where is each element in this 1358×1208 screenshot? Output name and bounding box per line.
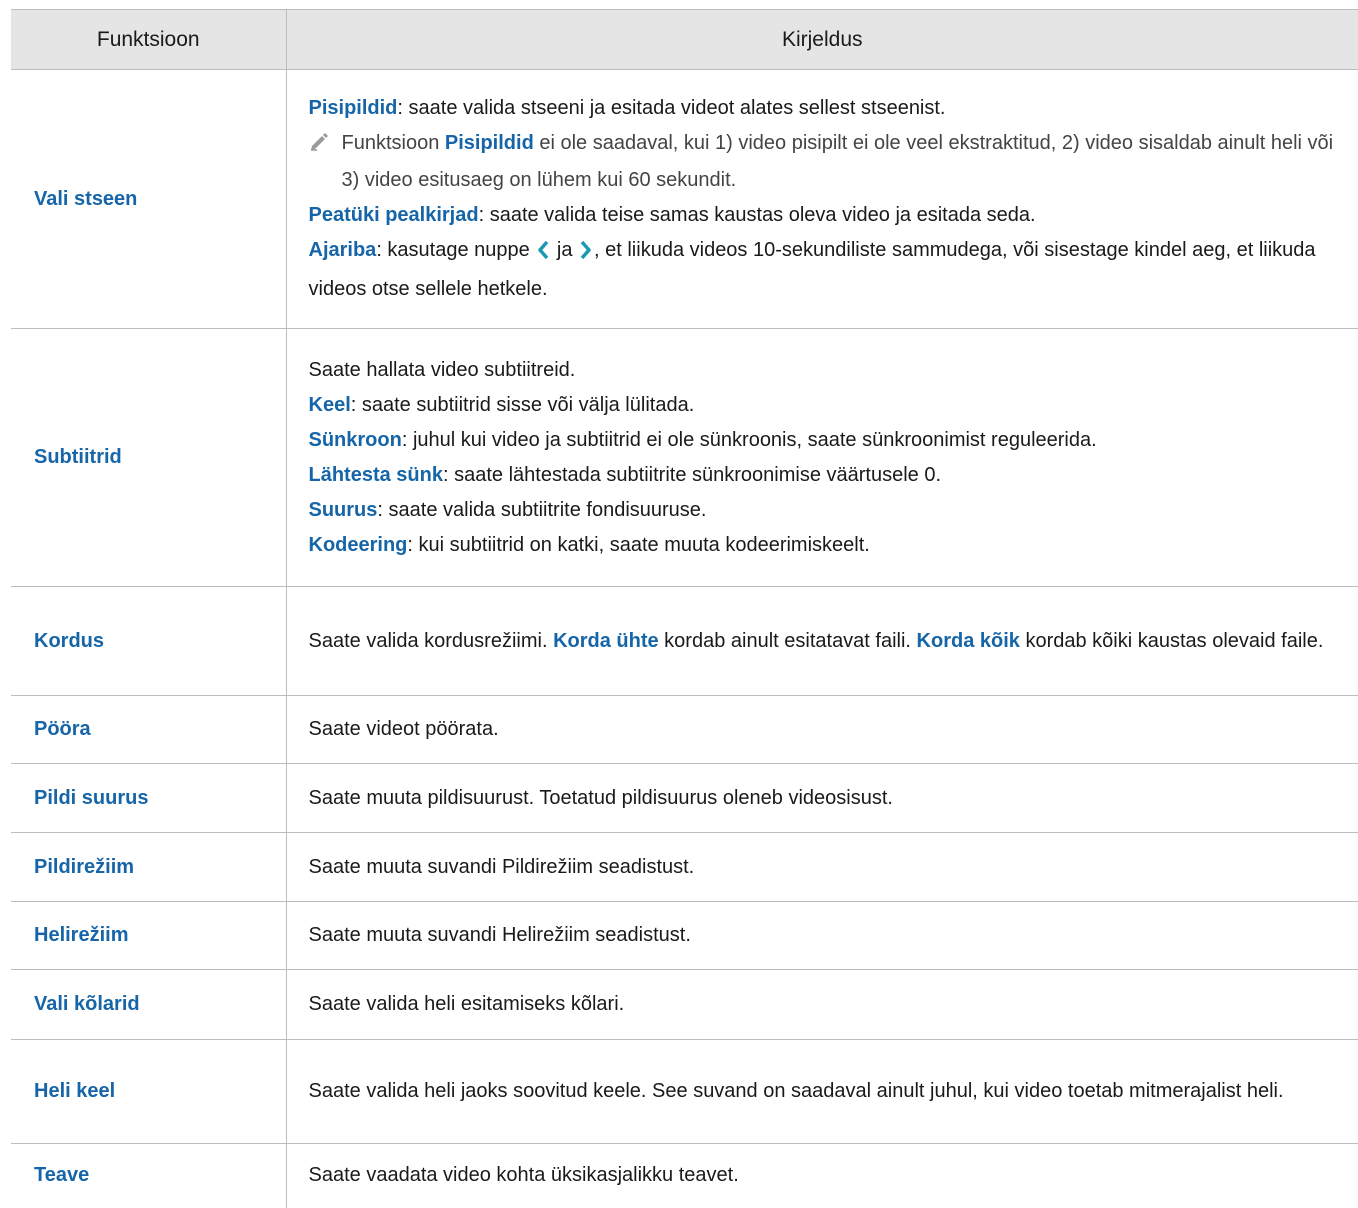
description-text: : saate valida subtiitrite fondisuuruse. — [377, 498, 707, 521]
table-row: Teave Saate vaadata video kohta üksikasj… — [11, 1143, 1358, 1208]
description-text: : saate subtiitrid sisse või välja lülit… — [350, 393, 695, 416]
function-name: Subtiitrid — [11, 328, 287, 587]
table-row: Vali stseen Pisipildid: saate valida sts… — [11, 69, 1358, 329]
function-description: Pisipildid: saate valida stseeni ja esit… — [286, 69, 1358, 329]
keyword: Kodeering — [308, 533, 408, 556]
table-row: Heli keel Saate valida heli jaoks soovit… — [11, 1039, 1358, 1144]
description-line: Kodeering: kui subtiitrid on katki, saat… — [309, 528, 1349, 563]
function-description: Saate valida heli jaoks soovitud keele. … — [286, 1039, 1358, 1144]
function-description: Saate muuta pildisuurust. Toetatud pildi… — [286, 763, 1358, 833]
function-name: Heli keel — [11, 1039, 287, 1144]
table-row: Helirežiim Saate muuta suvandi Helirežii… — [11, 901, 1358, 970]
keyword: Sünkroon — [308, 428, 402, 451]
table-row: Pildi suurus Saate muuta pildisuurust. T… — [11, 763, 1358, 833]
description-text: : saate valida teise samas kaustas oleva… — [478, 204, 1036, 226]
function-description: Saate vaadata video kohta üksikasjalikku… — [308, 1164, 739, 1187]
description-text: kordab ainult esitatavat faili. — [658, 629, 917, 652]
table-row: Kordus Saate valida kordusrežiimi. Korda… — [11, 586, 1358, 696]
function-description: Saate muuta suvandi Helirežiim seadistus… — [286, 901, 1358, 970]
description-text: : saate valida stseeni ja esitada videot… — [397, 97, 946, 119]
description-text: : kui subtiitrid on katki, saate muuta k… — [407, 533, 870, 556]
keyword: Ajariba — [308, 239, 377, 261]
keyword: Peatüki pealkirjad — [308, 204, 479, 226]
description-text: : kasutage nuppe — [376, 239, 536, 261]
function-name: Vali stseen — [11, 69, 287, 329]
pencil-icon — [309, 128, 342, 163]
function-table: Funktsioon Kirjeldus Vali stseen Pisipil… — [11, 9, 1358, 1208]
description-text: : saate lähtestada subtiitrite sünkrooni… — [442, 463, 942, 486]
table-row: Subtiitrid Saate hallata video subtiitre… — [11, 328, 1358, 587]
chevron-right-icon — [580, 237, 592, 272]
function-name: Kordus — [11, 586, 287, 696]
function-name: Helirežiim — [11, 901, 287, 970]
function-name: Pööra — [11, 695, 287, 764]
chevron-left-icon — [537, 237, 549, 272]
keyword: Korda kõik — [916, 629, 1020, 652]
function-name: Teave — [11, 1143, 287, 1208]
table-row: Pööra Saate videot pöörata. — [11, 695, 1358, 764]
keyword: Keel — [308, 393, 351, 416]
function-name: Pildirežiim — [11, 832, 287, 902]
note: Funktsioon Pisipildid ei ole saadaval, k… — [309, 126, 1349, 198]
function-name: Pildi suurus — [11, 763, 287, 833]
description-line: Suurus: saate valida subtiitrite fondisu… — [309, 493, 1349, 528]
description-line: Peatüki pealkirjad: saate valida teise s… — [309, 198, 1349, 233]
keyword: Pisipildid — [308, 97, 398, 119]
function-description: Saate muuta suvandi Pildirežiim seadistu… — [286, 832, 1358, 902]
description-line: Sünkroon: juhul kui video ja subtiitrid … — [309, 423, 1349, 458]
description-text: ja — [551, 239, 579, 261]
description-line: Pisipildid: saate valida stseeni ja esit… — [309, 91, 1349, 126]
header-function: Funktsioon — [11, 9, 287, 70]
keyword: Korda ühte — [553, 629, 659, 652]
keyword: Pisipildid — [444, 132, 534, 154]
function-description: Saate hallata video subtiitreid. Keel: s… — [286, 328, 1358, 587]
table-row: Vali kõlarid Saate valida heli esitamise… — [11, 969, 1358, 1040]
keyword: Suurus — [308, 498, 378, 521]
table-header-row: Funktsioon Kirjeldus — [11, 9, 1358, 70]
description-text: kordab kõiki kaustas olevaid faile. — [1019, 629, 1324, 652]
description-text: Saate hallata video subtiitreid. — [308, 358, 576, 381]
note-text: Funktsioon — [341, 132, 445, 154]
function-name: Vali kõlarid — [11, 969, 287, 1040]
function-description: Saate valida kordusrežiimi. Korda ühte k… — [286, 586, 1358, 696]
description-line: Lähtesta sünk: saate lähtestada subtiitr… — [309, 458, 1349, 493]
description-line: Ajariba: kasutage nuppe ja , et liikuda … — [309, 233, 1349, 307]
function-description: Saate videot pöörata. — [286, 695, 1358, 764]
description-text: Saate valida kordusrežiimi. — [308, 629, 554, 652]
description-line: Keel: saate subtiitrid sisse või välja l… — [309, 388, 1349, 423]
description-text: : juhul kui video ja subtiitrid ei ole s… — [401, 428, 1097, 451]
keyword: Lähtesta sünk — [308, 463, 443, 486]
header-description: Kirjeldus — [286, 9, 1358, 70]
function-description: Saate valida heli esitamiseks kõlari. — [286, 969, 1358, 1040]
table-row: Pildirežiim Saate muuta suvandi Pildirež… — [11, 832, 1358, 902]
